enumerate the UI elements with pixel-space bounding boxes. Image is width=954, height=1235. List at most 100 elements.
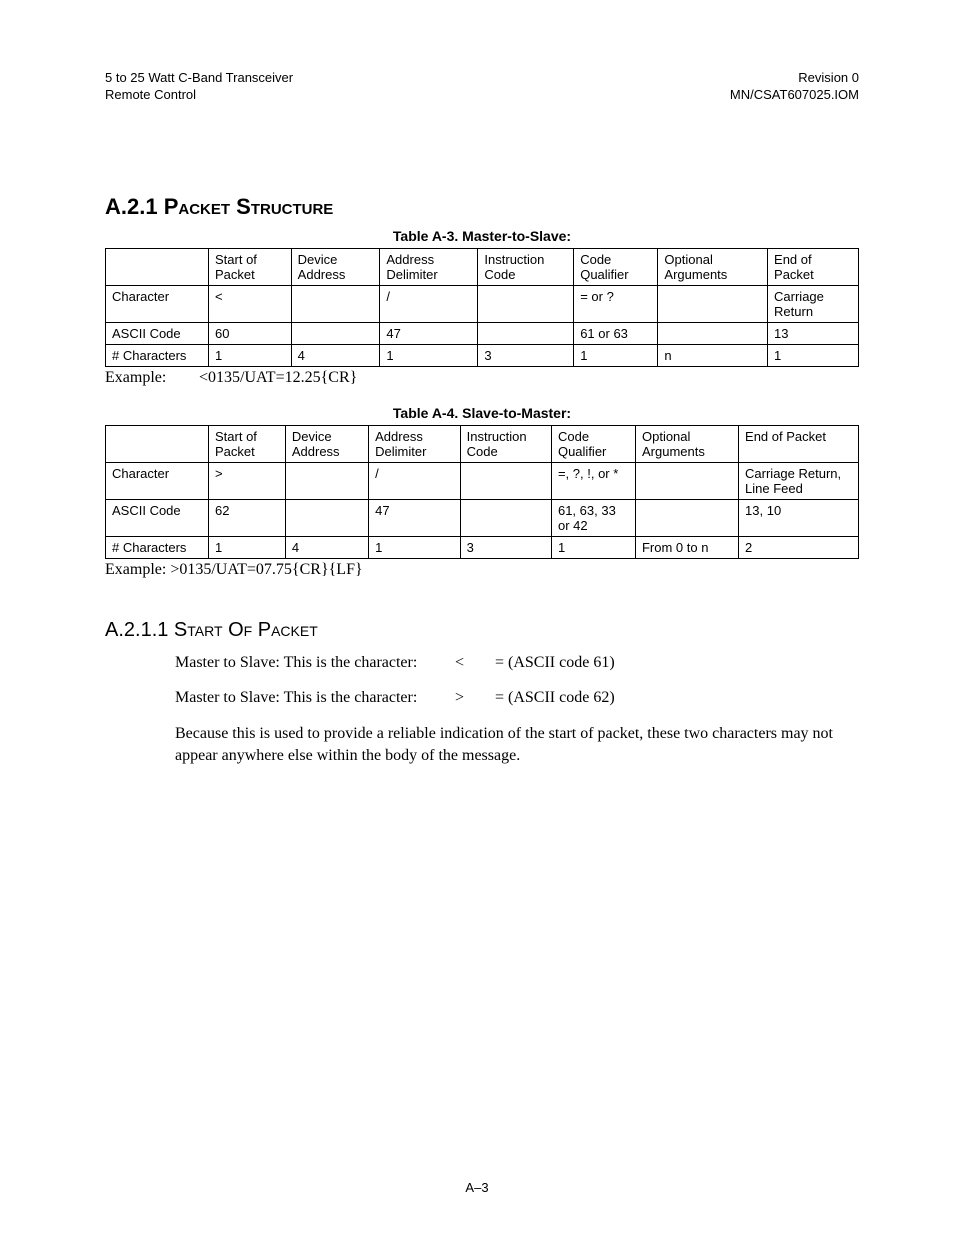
th: Code Qualifier xyxy=(551,425,635,462)
td: / xyxy=(369,462,460,499)
sop-symbol: > xyxy=(455,687,495,709)
document-page: 5 to 25 Watt C-Band Transceiver Remote C… xyxy=(0,0,954,1235)
th: Address Delimiter xyxy=(380,248,478,285)
table-header-row: Start of Packet Device Address Address D… xyxy=(106,248,859,285)
td: 61, 63, 33 or 42 xyxy=(551,499,635,536)
table-row: # Characters 1 4 1 3 1 n 1 xyxy=(106,344,859,366)
th: Start of Packet xyxy=(209,425,286,462)
example-body: <0135/UAT=12.25{CR} xyxy=(199,369,357,386)
td: 1 xyxy=(369,536,460,558)
sop-tail: = (ASCII code 62) xyxy=(495,687,615,709)
td: 13 xyxy=(768,322,859,344)
page-number: A–3 xyxy=(0,1180,954,1195)
th: Code Qualifier xyxy=(574,248,658,285)
td: 1 xyxy=(380,344,478,366)
row-label: Character xyxy=(106,285,209,322)
td xyxy=(460,499,551,536)
doc-subtitle: Remote Control xyxy=(105,87,293,104)
row-label: # Characters xyxy=(106,344,209,366)
th: Instruction Code xyxy=(460,425,551,462)
table-a4-example: Example: >0135/UAT=07.75{CR}{LF} xyxy=(105,561,859,579)
td: 2 xyxy=(739,536,859,558)
example-lead: Example: xyxy=(105,369,195,387)
row-label: ASCII Code xyxy=(106,499,209,536)
td: 1 xyxy=(768,344,859,366)
th: Optional Arguments xyxy=(635,425,738,462)
table-row: ASCII Code 62 47 61, 63, 33 or 42 13, 10 xyxy=(106,499,859,536)
td: 62 xyxy=(209,499,286,536)
th xyxy=(106,425,209,462)
td: 4 xyxy=(285,536,368,558)
header-left: 5 to 25 Watt C-Band Transceiver Remote C… xyxy=(105,70,293,104)
td: Carriage Return xyxy=(768,285,859,322)
row-label: ASCII Code xyxy=(106,322,209,344)
td: = or ? xyxy=(574,285,658,322)
table-row: Character > / =, ?, !, or * Carriage Ret… xyxy=(106,462,859,499)
td: 1 xyxy=(209,344,292,366)
td xyxy=(291,285,380,322)
sop-paragraph: Because this is used to provide a reliab… xyxy=(175,723,859,766)
td xyxy=(460,462,551,499)
td: 61 or 63 xyxy=(574,322,658,344)
table-row: Character < / = or ? Carriage Return xyxy=(106,285,859,322)
th: Device Address xyxy=(291,248,380,285)
row-label: # Characters xyxy=(106,536,209,558)
table-row: # Characters 1 4 1 3 1 From 0 to n 2 xyxy=(106,536,859,558)
doc-code: MN/CSAT607025.IOM xyxy=(730,87,859,104)
td: 47 xyxy=(369,499,460,536)
th: Start of Packet xyxy=(209,248,292,285)
td: =, ?, !, or * xyxy=(551,462,635,499)
td: < xyxy=(209,285,292,322)
td xyxy=(285,462,368,499)
th: Device Address xyxy=(285,425,368,462)
td xyxy=(658,322,768,344)
th xyxy=(106,248,209,285)
td xyxy=(635,462,738,499)
th: End of Packet xyxy=(768,248,859,285)
td: > xyxy=(209,462,286,499)
td: 13, 10 xyxy=(739,499,859,536)
td: n xyxy=(658,344,768,366)
section-heading-a21: A.2.1 Packet Structure xyxy=(105,194,859,220)
td: 1 xyxy=(574,344,658,366)
th: Address Delimiter xyxy=(369,425,460,462)
sop-tail: = (ASCII code 61) xyxy=(495,652,615,674)
doc-title: 5 to 25 Watt C-Band Transceiver xyxy=(105,70,293,87)
sop-line-1: Master to Slave: This is the character: … xyxy=(175,652,859,674)
td: 1 xyxy=(551,536,635,558)
td xyxy=(291,322,380,344)
td: From 0 to n xyxy=(635,536,738,558)
revision: Revision 0 xyxy=(730,70,859,87)
section-heading-a211: A.2.1.1 Start Of Packet xyxy=(105,619,859,642)
td xyxy=(285,499,368,536)
td xyxy=(635,499,738,536)
table-a4: Start of Packet Device Address Address D… xyxy=(105,425,859,559)
th: Instruction Code xyxy=(478,248,574,285)
sop-symbol: < xyxy=(455,652,495,674)
sop-lead: Master to Slave: This is the character: xyxy=(175,652,455,674)
td: 60 xyxy=(209,322,292,344)
td xyxy=(478,322,574,344)
table-a3-caption: Table A-3. Master-to-Slave: xyxy=(105,228,859,244)
td: 3 xyxy=(460,536,551,558)
header-right: Revision 0 MN/CSAT607025.IOM xyxy=(730,70,859,104)
td xyxy=(478,285,574,322)
table-a4-caption: Table A-4. Slave-to-Master: xyxy=(105,405,859,421)
table-header-row: Start of Packet Device Address Address D… xyxy=(106,425,859,462)
td: 1 xyxy=(209,536,286,558)
td: 3 xyxy=(478,344,574,366)
th: End of Packet xyxy=(739,425,859,462)
table-a3-example: Example: <0135/UAT=12.25{CR} xyxy=(105,369,859,387)
td xyxy=(658,285,768,322)
td: Carriage Return, Line Feed xyxy=(739,462,859,499)
table-a3: Start of Packet Device Address Address D… xyxy=(105,248,859,367)
sop-line-2: Master to Slave: This is the character: … xyxy=(175,687,859,709)
row-label: Character xyxy=(106,462,209,499)
sop-lead: Master to Slave: This is the character: xyxy=(175,687,455,709)
td: 47 xyxy=(380,322,478,344)
td: / xyxy=(380,285,478,322)
td: 4 xyxy=(291,344,380,366)
page-header: 5 to 25 Watt C-Band Transceiver Remote C… xyxy=(105,70,859,104)
th: Optional Arguments xyxy=(658,248,768,285)
table-row: ASCII Code 60 47 61 or 63 13 xyxy=(106,322,859,344)
